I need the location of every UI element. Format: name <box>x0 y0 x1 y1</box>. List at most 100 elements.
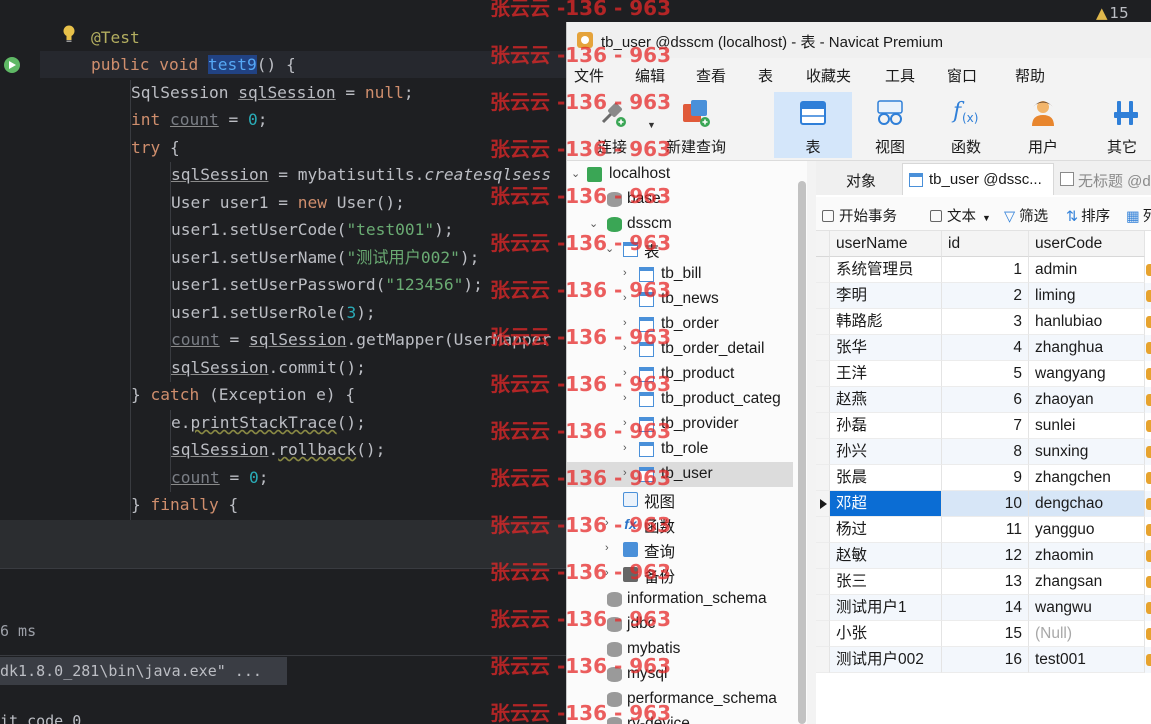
sort-button[interactable]: ⇅ 排序 <box>1066 205 1110 226</box>
table-cell[interactable]: 16 <box>942 647 1029 673</box>
lightbulb-icon[interactable] <box>62 25 76 43</box>
table-cell[interactable]: 邓超 <box>830 491 942 517</box>
table-cell[interactable]: 11 <box>942 517 1029 543</box>
row-header[interactable] <box>816 309 830 335</box>
tab-untitled[interactable]: 无标题 @d <box>1056 163 1151 195</box>
row-header[interactable] <box>816 621 830 647</box>
tree-node-table[interactable]: › tb_role <box>567 437 793 462</box>
menu-file[interactable]: 文件 <box>574 65 604 86</box>
table-cell[interactable]: 小张 <box>830 621 942 647</box>
table-cell[interactable]: 张晨 <box>830 465 942 491</box>
run-test-icon[interactable] <box>4 57 20 73</box>
table-cell[interactable]: 孙兴 <box>830 439 942 465</box>
table-row-current[interactable]: 邓超 10 dengchao <box>816 491 1151 517</box>
table-cell[interactable]: 8 <box>942 439 1029 465</box>
menu-edit[interactable]: 编辑 <box>635 65 665 86</box>
table-row[interactable]: 张华 4 zhanghua <box>816 335 1151 361</box>
table-cell[interactable]: yangguo <box>1029 517 1145 543</box>
menu-help[interactable]: 帮助 <box>1015 65 1045 86</box>
table-cell[interactable]: zhaomin <box>1029 543 1145 569</box>
table-cell[interactable]: 李明 <box>830 283 942 309</box>
table-row[interactable]: 测试用户002 16 test001 <box>816 647 1151 673</box>
table-row[interactable]: 系统管理员 1 admin <box>816 257 1151 283</box>
tree-node-database[interactable]: performance_schema <box>567 687 793 712</box>
data-grid[interactable]: userName id userCode 系统管理员 1 admin 李明 2 limin… <box>816 231 1151 673</box>
new-query-button[interactable]: 新建查询 <box>661 92 731 158</box>
table-cell[interactable]: 测试用户1 <box>830 595 942 621</box>
tree-node-table-selected[interactable]: › tb_user <box>567 462 793 487</box>
table-row[interactable]: 韩路彪 3 hanlubiao <box>816 309 1151 335</box>
columns-button[interactable]: ▦列 <box>1126 205 1151 226</box>
table-cell[interactable]: 14 <box>942 595 1029 621</box>
tree-node-database[interactable]: mybatis <box>567 637 793 662</box>
table-cell[interactable]: 4 <box>942 335 1029 361</box>
table-cell[interactable]: test001 <box>1029 647 1145 673</box>
row-header[interactable] <box>816 595 830 621</box>
tree-node-queries[interactable]: › 查询 <box>567 537 793 562</box>
warning-indicator[interactable]: ▲ 15 <box>1096 4 1129 22</box>
row-header[interactable] <box>816 517 830 543</box>
table-row[interactable]: 李明 2 liming <box>816 283 1151 309</box>
table-cell[interactable]: wangwu <box>1029 595 1145 621</box>
table-cell[interactable]: admin <box>1029 257 1145 283</box>
begin-transaction-button[interactable]: 开始事务 <box>822 205 897 226</box>
table-row[interactable]: 测试用户1 14 wangwu <box>816 595 1151 621</box>
tree-node-table[interactable]: › tb_order <box>567 312 793 337</box>
table-cell[interactable]: 赵燕 <box>830 387 942 413</box>
table-row[interactable]: 张晨 9 zhangchen <box>816 465 1151 491</box>
tree-node-database[interactable]: mysql <box>567 662 793 687</box>
table-row[interactable]: 赵燕 6 zhaoyan <box>816 387 1151 413</box>
table-row[interactable]: 孙磊 7 sunlei <box>816 413 1151 439</box>
menu-view[interactable]: 查看 <box>696 65 726 86</box>
row-header[interactable] <box>816 543 830 569</box>
table-row[interactable]: 杨过 11 yangguo <box>816 517 1151 543</box>
table-row[interactable]: 赵敏 12 zhaomin <box>816 543 1151 569</box>
table-cell[interactable]: hanlubiao <box>1029 309 1145 335</box>
tree-scrollbar[interactable] <box>798 181 806 724</box>
table-row[interactable]: 王洋 5 wangyang <box>816 361 1151 387</box>
tree-node-dsscm[interactable]: ⌄ dsscm <box>567 212 793 237</box>
table-cell[interactable]: 韩路彪 <box>830 309 942 335</box>
tree-node-localhost[interactable]: ⌄ localhost <box>567 162 793 187</box>
table-cell[interactable]: (Null) <box>1029 621 1145 647</box>
table-cell[interactable]: 13 <box>942 569 1029 595</box>
row-header[interactable] <box>816 491 830 517</box>
menu-table[interactable]: 表 <box>758 65 773 86</box>
title-bar[interactable]: tb_user @dsscm (localhost) - 表 - Navicat… <box>567 22 1151 58</box>
table-cell[interactable]: 9 <box>942 465 1029 491</box>
table-row[interactable]: 张三 13 zhangsan <box>816 569 1151 595</box>
table-row[interactable]: 孙兴 8 sunxing <box>816 439 1151 465</box>
view-button[interactable]: 视图 <box>854 92 926 158</box>
table-cell[interactable]: 1 <box>942 257 1029 283</box>
row-header[interactable] <box>816 439 830 465</box>
row-header[interactable] <box>816 257 830 283</box>
tree-node-table[interactable]: › tb_order_detail <box>567 337 793 362</box>
table-row[interactable]: 小张 15 (Null) <box>816 621 1151 647</box>
table-cell[interactable]: liming <box>1029 283 1145 309</box>
row-header[interactable] <box>816 569 830 595</box>
table-cell[interactable]: 5 <box>942 361 1029 387</box>
table-cell[interactable]: zhangsan <box>1029 569 1145 595</box>
row-header[interactable] <box>816 413 830 439</box>
row-header[interactable] <box>816 387 830 413</box>
row-header[interactable] <box>816 647 830 673</box>
tree-node-database[interactable]: information_schema <box>567 587 793 612</box>
table-cell[interactable]: 7 <box>942 413 1029 439</box>
row-header[interactable] <box>816 465 830 491</box>
console-command-line[interactable]: dk1.8.0_281\bin\java.exe" ... <box>0 657 287 685</box>
table-cell[interactable]: 10 <box>942 491 1029 517</box>
table-cell[interactable]: sunxing <box>1029 439 1145 465</box>
table-cell[interactable]: 孙磊 <box>830 413 942 439</box>
tree-node-table[interactable]: › tb_provider <box>567 412 793 437</box>
text-button[interactable]: 文本 ▼ <box>930 205 991 226</box>
table-cell[interactable]: zhangchen <box>1029 465 1145 491</box>
tree-node-table[interactable]: › tb_product_categ <box>567 387 793 412</box>
tree-node-database[interactable]: jdbc <box>567 612 793 637</box>
tree-node-base[interactable]: base <box>567 187 793 212</box>
table-cell[interactable]: 张华 <box>830 335 942 361</box>
user-button[interactable]: 用户 <box>1006 92 1080 158</box>
row-header[interactable] <box>816 361 830 387</box>
connect-button[interactable]: 连接 ▼ <box>583 92 656 158</box>
tree-node-table[interactable]: › tb_product <box>567 362 793 387</box>
table-cell[interactable]: 赵敏 <box>830 543 942 569</box>
